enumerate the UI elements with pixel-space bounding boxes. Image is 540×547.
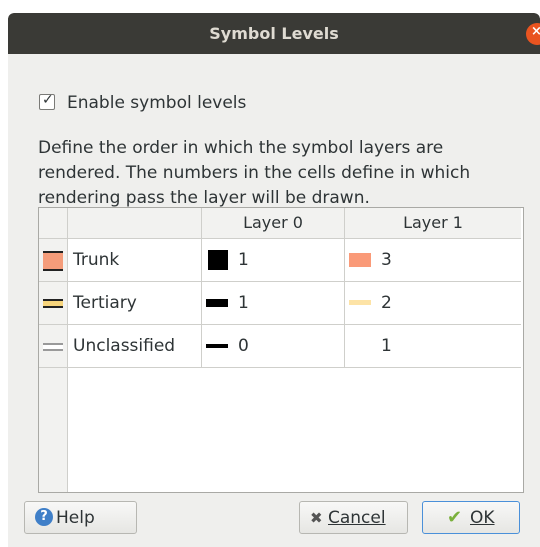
row-header[interactable] <box>39 239 67 282</box>
tertiary-road-icon <box>43 299 63 308</box>
enable-symbol-levels-checkbox[interactable]: ✓ <box>39 92 55 110</box>
layer-0-cell[interactable]: 1 <box>202 282 345 325</box>
enable-symbol-levels-label[interactable]: Enable symbol levels <box>67 93 246 113</box>
name-cell: Trunk <box>67 239 202 282</box>
unclassified-road-icon <box>43 343 63 351</box>
yellow-line-swatch-icon <box>349 300 371 305</box>
render-pass-value[interactable]: 0 <box>238 336 249 356</box>
cancel-button[interactable]: ✖ Cancel <box>299 501 408 534</box>
ok-check-icon: ✔ <box>447 507 463 528</box>
description-line: rendered. The numbers in the cells defin… <box>38 163 471 183</box>
black-line-swatch-icon <box>206 299 228 307</box>
help-icon: ? <box>35 508 53 526</box>
description-text: Define the order in which the symbol lay… <box>38 136 538 211</box>
layer-1-cell[interactable]: 3 <box>345 239 521 282</box>
corner-header <box>39 208 68 238</box>
row-header[interactable] <box>39 282 67 325</box>
name-cell: Unclassified <box>67 325 202 368</box>
class-name: Trunk <box>73 250 120 270</box>
name-cell: Tertiary <box>67 282 202 325</box>
layer-0-cell[interactable]: 0 <box>202 325 345 368</box>
render-pass-value[interactable]: 1 <box>381 336 392 356</box>
column-header-layer-0[interactable]: Layer 0 <box>202 208 345 238</box>
help-button-label: Help <box>56 508 95 528</box>
row-header[interactable] <box>39 325 67 368</box>
symbol-levels-table: Layer 0 Layer 1 Trunk 1 3 Tertiary 1 2 U… <box>38 207 524 493</box>
cancel-icon: ✖ <box>310 509 323 527</box>
table-header: Layer 0 Layer 1 <box>39 208 521 239</box>
salmon-swatch-icon <box>349 253 371 267</box>
layer-1-cell[interactable]: 2 <box>345 282 521 325</box>
table-row[interactable]: Trunk 1 3 <box>39 239 521 282</box>
ok-button[interactable]: ✔ OK <box>422 501 520 534</box>
description-line: Define the order in which the symbol lay… <box>38 138 444 158</box>
render-pass-value[interactable]: 1 <box>238 250 249 270</box>
title-bar: Symbol Levels × <box>8 13 540 54</box>
class-name: Unclassified <box>73 336 176 356</box>
table-row[interactable]: Unclassified 0 1 <box>39 325 521 368</box>
checkmark-icon: ✓ <box>42 92 54 108</box>
render-pass-value[interactable]: 2 <box>381 293 392 313</box>
ok-button-label: OK <box>470 508 495 528</box>
symbol-levels-dialog: Symbol Levels × ✓ Enable symbol levels D… <box>8 13 540 547</box>
thin-black-line-swatch-icon <box>206 344 228 348</box>
help-button[interactable]: ? Help <box>24 501 137 534</box>
black-square-swatch-icon <box>208 250 228 270</box>
name-column-header <box>68 208 202 238</box>
close-icon: × <box>531 24 540 39</box>
trunk-road-icon <box>43 251 63 271</box>
render-pass-value[interactable]: 1 <box>238 293 249 313</box>
class-name: Tertiary <box>73 293 137 313</box>
cancel-button-label: Cancel <box>328 508 386 528</box>
column-header-layer-1[interactable]: Layer 1 <box>345 208 521 238</box>
table-row[interactable]: Tertiary 1 2 <box>39 282 521 325</box>
layer-0-cell[interactable]: 1 <box>202 239 345 282</box>
layer-1-cell[interactable]: 1 <box>345 325 521 368</box>
render-pass-value[interactable]: 3 <box>381 250 392 270</box>
dialog-title: Symbol Levels <box>209 24 339 43</box>
